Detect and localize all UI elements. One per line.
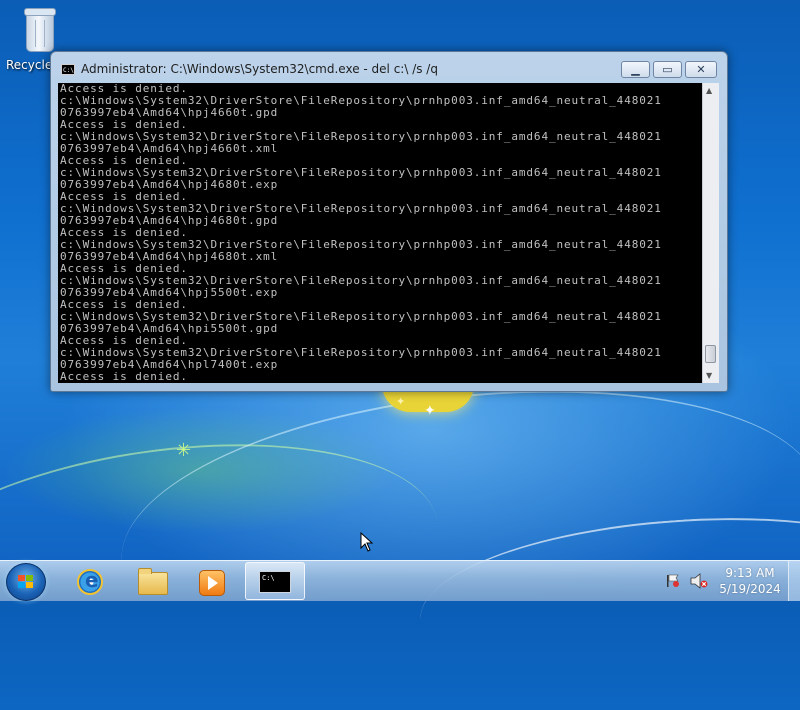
clock-date: 5/19/2024 — [719, 582, 781, 596]
taskbar-command-prompt[interactable]: C:\ — [245, 562, 305, 600]
console-text: Access is denied. c:\Windows\System32\Dr… — [60, 83, 662, 383]
taskbar-media-player[interactable] — [184, 562, 240, 600]
taskbar: C:\ 9:13 AM 5/19/2024 — [0, 560, 800, 601]
maximize-button[interactable]: ▭ — [653, 61, 682, 78]
media-player-icon — [199, 570, 225, 596]
volume-muted-icon[interactable] — [690, 573, 708, 589]
start-button[interactable] — [6, 563, 46, 601]
wallpaper-sparkle: ✦ — [396, 395, 406, 408]
windows-logo-icon — [18, 575, 34, 589]
mouse-pointer-icon — [360, 532, 374, 552]
scrollbar-thumb[interactable] — [705, 345, 716, 363]
cmd-window-icon[interactable]: C:\ — [61, 64, 75, 75]
taskbar-windows-explorer[interactable] — [124, 562, 180, 600]
scroll-up-arrow-icon[interactable]: ▲ — [706, 86, 712, 95]
wallpaper-sparkle: ✦ — [424, 403, 436, 419]
vertical-scrollbar[interactable]: ▲ ▼ — [702, 83, 719, 383]
internet-explorer-icon — [77, 568, 103, 595]
minimize-icon: ▁ — [631, 63, 640, 76]
command-prompt-icon: C:\ — [259, 571, 291, 593]
system-clock[interactable]: 9:13 AM 5/19/2024 — [716, 565, 784, 597]
window-title: Administrator: C:\Windows\System32\cmd.e… — [81, 62, 438, 76]
minimize-button[interactable]: ▁ — [621, 61, 650, 78]
wallpaper-sparkle: ✳ — [176, 440, 192, 461]
maximize-icon: ▭ — [662, 63, 673, 76]
cmd-window[interactable]: C:\ Administrator: C:\Windows\System32\c… — [50, 51, 728, 392]
action-center-flag-icon[interactable] — [666, 574, 680, 588]
console-output[interactable]: Access is denied. c:\Windows\System32\Dr… — [58, 83, 702, 383]
scroll-down-arrow-icon[interactable]: ▼ — [706, 371, 712, 380]
clock-time: 9:13 AM — [725, 566, 775, 580]
show-desktop-button[interactable] — [788, 561, 800, 601]
folder-icon — [138, 568, 168, 595]
close-icon: ✕ — [696, 63, 706, 76]
title-bar[interactable]: C:\ Administrator: C:\Windows\System32\c… — [51, 52, 727, 82]
taskbar-internet-explorer[interactable] — [62, 562, 118, 600]
recycle-bin-icon — [22, 6, 56, 52]
close-button[interactable]: ✕ — [685, 61, 717, 78]
